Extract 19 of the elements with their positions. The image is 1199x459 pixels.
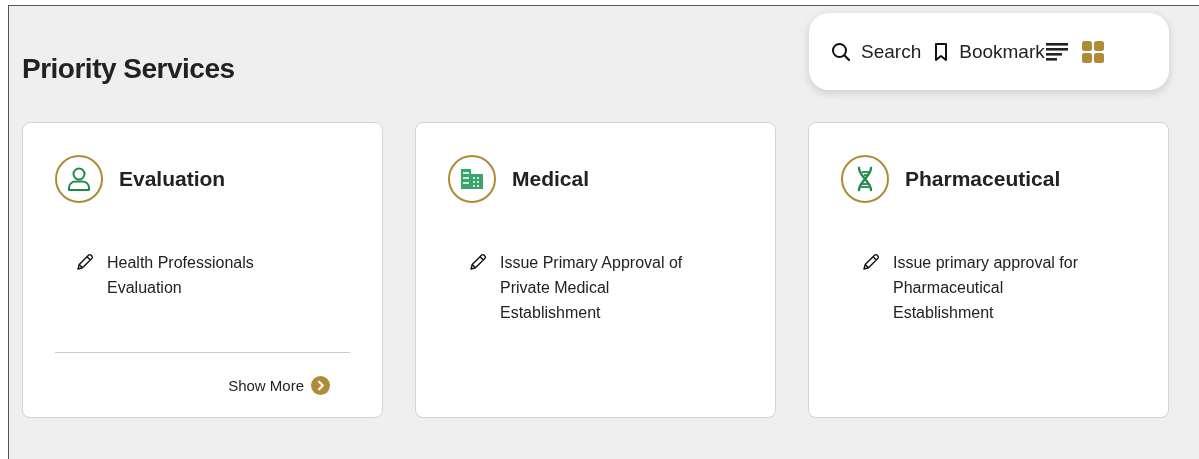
bookmark-icon bbox=[933, 41, 950, 62]
chevron-right-icon bbox=[311, 375, 330, 395]
person-symbol-icon bbox=[65, 165, 93, 193]
pencil-icon bbox=[75, 252, 95, 272]
pencil-icon bbox=[468, 252, 488, 272]
bookmark-button[interactable]: Bookmark bbox=[933, 40, 1045, 63]
service-link[interactable]: Issue primary approval for Pharmaceutical Establishment bbox=[893, 250, 1093, 325]
search-icon bbox=[831, 41, 851, 62]
search-button[interactable]: Search bbox=[831, 40, 922, 63]
grid-icon bbox=[1080, 39, 1105, 64]
service-link[interactable]: Health Professionals Evaluation bbox=[107, 250, 307, 300]
section-title: Priority Services bbox=[22, 53, 235, 85]
card-title: Pharmaceutical bbox=[905, 167, 1061, 191]
grid-view-button[interactable] bbox=[1080, 39, 1105, 64]
card-title: Evaluation bbox=[119, 167, 226, 191]
card-title: Medical bbox=[512, 167, 590, 191]
pencil-icon bbox=[861, 252, 881, 272]
show-more-link[interactable]: Show More bbox=[228, 375, 330, 395]
service-link[interactable]: Issue Primary Approval of Private Medical Establishment bbox=[500, 250, 700, 325]
